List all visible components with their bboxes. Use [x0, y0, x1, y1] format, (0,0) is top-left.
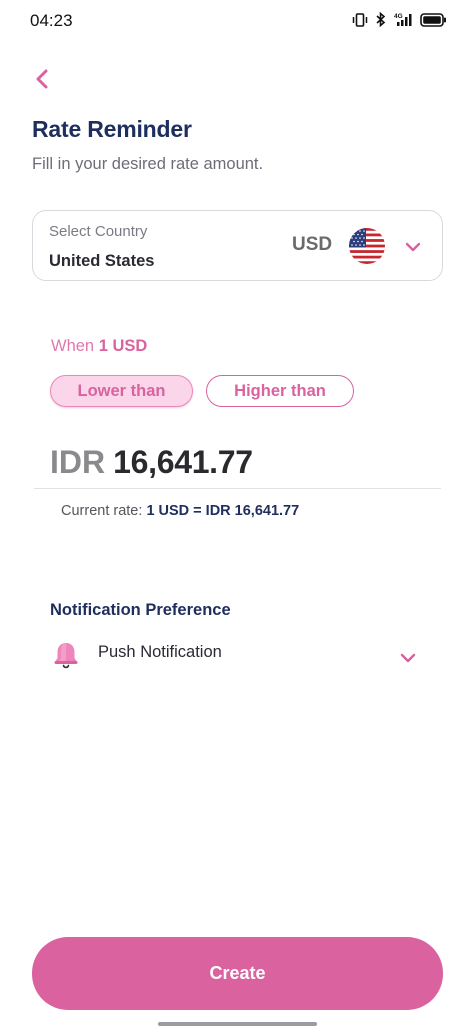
current-rate: Current rate: 1 USD = IDR 16,641.77: [61, 503, 299, 519]
notification-value: Push Notification: [98, 643, 222, 661]
bluetooth-icon: [375, 12, 386, 27]
when-amount: 1 USD: [98, 337, 148, 355]
amount-value: 16,641.77: [113, 444, 253, 480]
country-select-label: Select Country: [49, 223, 148, 240]
back-button[interactable]: [30, 66, 56, 92]
svg-text:4G: 4G: [394, 13, 403, 20]
status-time: 04:23: [30, 11, 73, 30]
status-icons: 4G: [352, 12, 447, 27]
create-button[interactable]: Create: [32, 937, 443, 1010]
chevron-down-icon: [405, 239, 421, 257]
bell-icon: [52, 640, 80, 675]
notification-select[interactable]: Push Notification: [50, 636, 420, 672]
country-select-value: United States: [49, 252, 155, 270]
when-prefix: When: [51, 337, 95, 355]
higher-than-toggle[interactable]: Higher than: [206, 375, 354, 407]
status-bar: 04:23 4G: [0, 0, 475, 40]
current-rate-value: 1 USD = IDR 16,641.77: [146, 503, 300, 519]
amount-divider: [34, 488, 441, 489]
current-rate-prefix: Current rate:: [61, 503, 143, 519]
when-label: When 1 USD: [51, 337, 147, 356]
page-subtitle: Fill in your desired rate amount.: [32, 155, 264, 173]
chevron-down-icon: [400, 650, 416, 668]
page-title: Rate Reminder: [32, 116, 192, 142]
notification-preference-title: Notification Preference: [50, 601, 231, 619]
country-select[interactable]: Select Country United States USD: [32, 210, 443, 281]
vibrate-icon: [352, 12, 368, 27]
battery-icon: [420, 12, 447, 27]
us-flag-icon: [349, 228, 385, 264]
lower-than-toggle[interactable]: Lower than: [50, 375, 193, 407]
signal-icon: 4G: [393, 12, 413, 27]
amount-currency: IDR: [50, 444, 106, 480]
home-indicator[interactable]: [158, 1022, 317, 1026]
currency-code: USD: [292, 234, 333, 255]
chevron-left-icon: [30, 69, 56, 96]
target-amount-input[interactable]: IDR 16,641.77: [50, 444, 253, 481]
